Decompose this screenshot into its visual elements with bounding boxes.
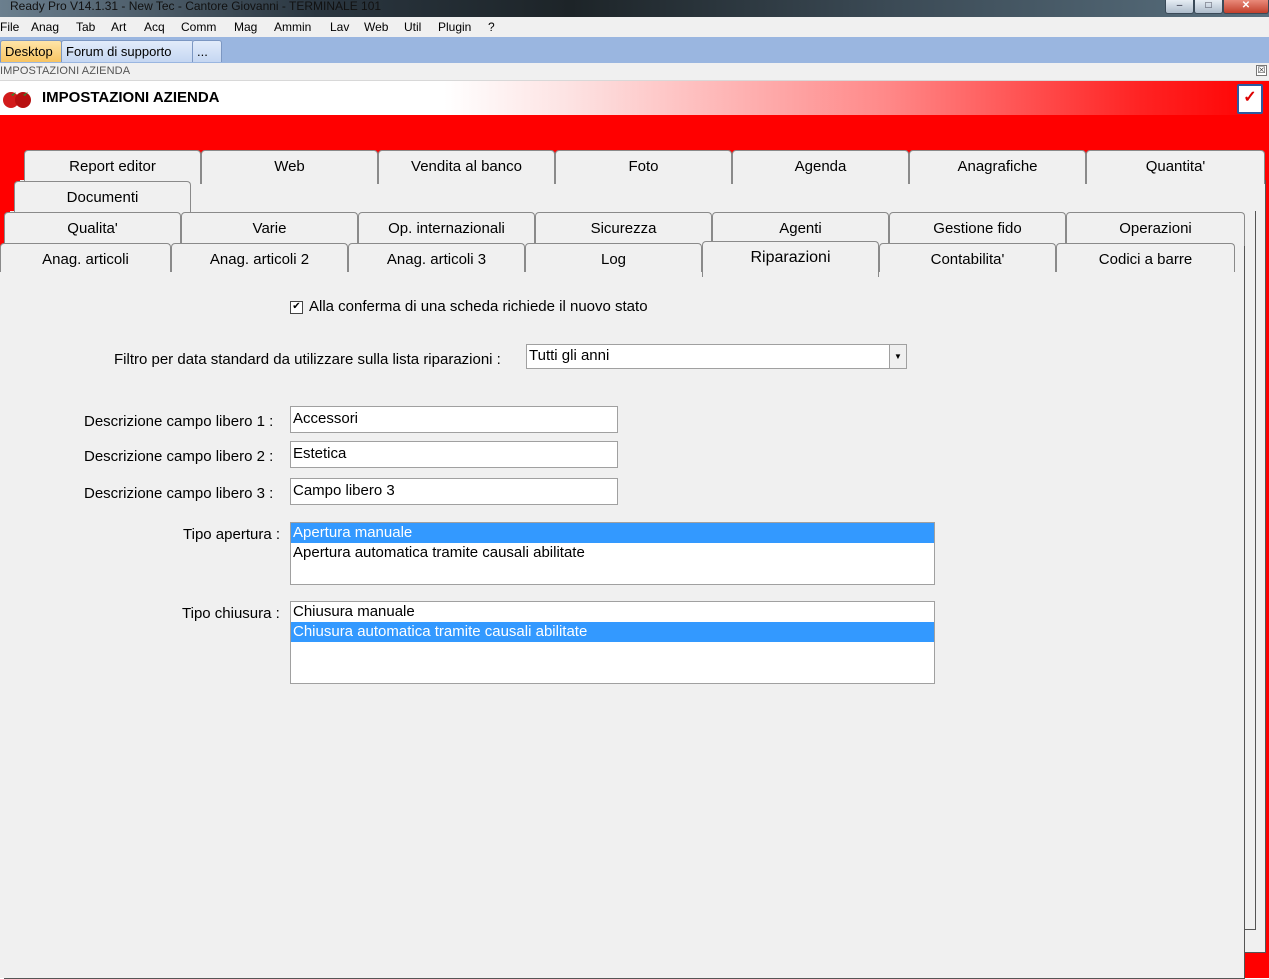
close-button[interactable]: ✕ xyxy=(1223,0,1269,14)
field2-label: Descrizione campo libero 2 : xyxy=(84,448,274,465)
tab-vendita-al-banco[interactable]: Vendita al banco xyxy=(378,150,555,184)
chiusura-label: Tipo chiusura : xyxy=(182,605,280,622)
window-title: Ready Pro V14.1.31 - New Tec - Cantore G… xyxy=(10,0,382,13)
apertura-option[interactable]: Apertura manuale xyxy=(291,523,934,543)
tab-web[interactable]: Web xyxy=(201,150,378,184)
chiusura-option[interactable]: Chiusura manuale xyxy=(291,602,934,622)
filter-select[interactable]: Tutti gli anni ▼ xyxy=(526,344,907,369)
menu-mag[interactable]: Mag xyxy=(234,20,257,34)
menu-lav[interactable]: Lav xyxy=(330,20,349,34)
riparazioni-page: ✔ Alla conferma di una scheda richiede i… xyxy=(0,272,1235,978)
field2-input[interactable]: Estetica xyxy=(290,441,618,468)
tab-op-internazionali[interactable]: Op. internazionali xyxy=(358,212,535,246)
menu-plugin[interactable]: Plugin xyxy=(438,20,471,34)
menu-tab[interactable]: Tab xyxy=(76,20,95,34)
apertura-option[interactable]: Apertura automatica tramite causali abil… xyxy=(291,543,934,563)
menu-ammin[interactable]: Ammin xyxy=(274,20,311,34)
menu-comm[interactable]: Comm xyxy=(181,20,216,34)
doc-tab-forum[interactable]: Forum di supporto xyxy=(61,40,194,62)
doc-tab-more[interactable]: ... xyxy=(192,40,222,62)
tab-documenti[interactable]: Documenti xyxy=(14,181,191,215)
tab-varie[interactable]: Varie xyxy=(181,212,358,246)
chiusura-option[interactable]: Chiusura automatica tramite causali abil… xyxy=(291,622,934,642)
tab-agenda[interactable]: Agenda xyxy=(732,150,909,184)
menu-help[interactable]: ? xyxy=(488,20,495,34)
menu-web[interactable]: Web xyxy=(364,20,388,34)
apertura-label: Tipo apertura : xyxy=(183,526,280,543)
field1-label: Descrizione campo libero 1 : xyxy=(84,413,274,430)
chiusura-listbox[interactable]: Chiusura manuale Chiusura automatica tra… xyxy=(290,601,935,684)
tab-quantita[interactable]: Quantita' xyxy=(1086,150,1265,184)
field1-input[interactable]: Accessori xyxy=(290,406,618,433)
chevron-down-icon[interactable]: ▼ xyxy=(889,345,906,368)
menu-anag[interactable]: Anag xyxy=(31,20,59,34)
nuovo-stato-label: Alla conferma di una scheda richiede il … xyxy=(309,298,648,315)
tab-riparazioni[interactable]: Riparazioni xyxy=(702,241,879,277)
maximize-button[interactable]: □ xyxy=(1194,0,1223,14)
minimize-button[interactable]: – xyxy=(1165,0,1194,14)
menu-bar: File Anag Tab Art Acq Comm Mag Ammin Lav… xyxy=(0,17,1269,37)
checklist-icon[interactable]: ✓ xyxy=(1237,84,1263,114)
filter-value: Tutti gli anni xyxy=(529,347,610,364)
tab-anagrafiche[interactable]: Anagrafiche xyxy=(909,150,1086,184)
caption-title: IMPOSTAZIONI AZIENDA xyxy=(0,65,131,77)
tab-sicurezza[interactable]: Sicurezza xyxy=(535,212,712,246)
menu-art[interactable]: Art xyxy=(111,20,126,34)
caption-close-icon[interactable]: ☒ xyxy=(1256,65,1267,76)
nuovo-stato-checkbox[interactable]: ✔ xyxy=(290,301,303,314)
menu-acq[interactable]: Acq xyxy=(144,20,165,34)
page-title: IMPOSTAZIONI AZIENDA xyxy=(42,89,220,106)
doc-tab-desktop[interactable]: Desktop xyxy=(0,40,62,62)
tab-operazioni[interactable]: Operazioni xyxy=(1066,212,1245,246)
filter-label: Filtro per data standard da utilizzare s… xyxy=(114,351,501,368)
document-tabs: Desktop Forum di supporto ... xyxy=(0,37,1269,64)
tab-gestione-fido[interactable]: Gestione fido xyxy=(889,212,1066,246)
tab-qualita[interactable]: Qualita' xyxy=(4,212,181,246)
tab-report-editor[interactable]: Report editor xyxy=(24,150,201,184)
field3-label: Descrizione campo libero 3 : xyxy=(84,485,274,502)
menu-file[interactable]: File xyxy=(0,20,19,34)
tab-foto[interactable]: Foto xyxy=(555,150,732,184)
settings-header: IMPOSTAZIONI AZIENDA ✓ xyxy=(0,81,1269,115)
menu-util[interactable]: Util xyxy=(404,20,421,34)
field3-input[interactable]: Campo libero 3 xyxy=(290,478,618,505)
strawberry-logo-icon xyxy=(3,92,31,108)
window-titlebar: Ready Pro V14.1.31 - New Tec - Cantore G… xyxy=(0,0,1269,17)
apertura-listbox[interactable]: Apertura manuale Apertura automatica tra… xyxy=(290,522,935,585)
child-window-caption: IMPOSTAZIONI AZIENDA ☒ xyxy=(0,63,1269,81)
